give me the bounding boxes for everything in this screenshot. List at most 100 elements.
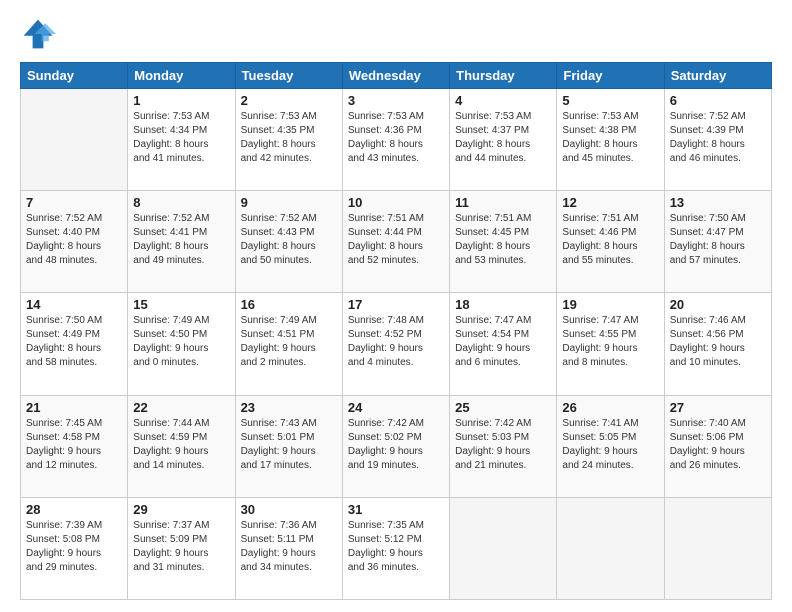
day-number: 27	[670, 400, 766, 415]
calendar-cell: 23 Sunrise: 7:43 AM Sunset: 5:01 PM Dayli…	[235, 395, 342, 497]
calendar-week-row-2: 7Sunrise: 7:52 AM Sunset: 4:40 PM Daylig…	[21, 191, 772, 293]
calendar-cell: 7Sunrise: 7:52 AM Sunset: 4:40 PM Daylig…	[21, 191, 128, 293]
calendar-cell: 9 Sunrise: 7:52 AM Sunset: 4:43 PM Daylig…	[235, 191, 342, 293]
calendar-cell: 8Sunrise: 7:52 AM Sunset: 4:41 PM Daylig…	[128, 191, 235, 293]
day-info: Sunrise: 7:44 AM Sunset: 4:59 PM Dayligh…	[133, 417, 229, 473]
day-number: 24	[348, 400, 444, 415]
day-info: Sunrise: 7:37 AM Sunset: 5:09 PM Dayligh…	[133, 519, 229, 575]
calendar-cell: 15Sunrise: 7:49 AM Sunset: 4:50 PM Dayli…	[128, 293, 235, 395]
day-info: Sunrise: 7:39 AM Sunset: 5:08 PM Dayligh…	[26, 519, 122, 575]
day-number: 26	[562, 400, 658, 415]
calendar-weekday-saturday: Saturday	[664, 63, 771, 89]
day-number: 4	[455, 93, 551, 108]
day-number: 11	[455, 195, 551, 210]
day-info: Sunrise: 7:42 AM Sunset: 5:02 PM Dayligh…	[348, 417, 444, 473]
day-info: Sunrise: 7:51 AM Sunset: 4:44 PM Dayligh…	[348, 212, 444, 268]
calendar-cell: 28 Sunrise: 7:39 AM Sunset: 5:08 PM Dayli…	[21, 497, 128, 599]
calendar-header-row: SundayMondayTuesdayWednesdayThursdayFrid…	[21, 63, 772, 89]
calendar-table: SundayMondayTuesdayWednesdayThursdayFrid…	[20, 62, 772, 600]
calendar-weekday-monday: Monday	[128, 63, 235, 89]
calendar-cell: 10 Sunrise: 7:51 AM Sunset: 4:44 PM Dayli…	[342, 191, 449, 293]
day-info: Sunrise: 7:51 AM Sunset: 4:45 PM Dayligh…	[455, 212, 551, 268]
day-info: Sunrise: 7:52 AM Sunset: 4:41 PM Dayligh…	[133, 212, 229, 268]
day-number: 1	[133, 93, 229, 108]
day-info: Sunrise: 7:50 AM Sunset: 4:49 PM Dayligh…	[26, 314, 122, 370]
day-number: 29	[133, 502, 229, 517]
calendar-cell	[450, 497, 557, 599]
day-number: 20	[670, 297, 766, 312]
day-number: 2	[241, 93, 337, 108]
day-number: 10	[348, 195, 444, 210]
day-number: 3	[348, 93, 444, 108]
day-number: 15	[133, 297, 229, 312]
day-number: 6	[670, 93, 766, 108]
day-info: Sunrise: 7:52 AM Sunset: 4:40 PM Dayligh…	[26, 212, 122, 268]
day-info: Sunrise: 7:35 AM Sunset: 5:12 PM Dayligh…	[348, 519, 444, 575]
day-number: 21	[26, 400, 122, 415]
day-info: Sunrise: 7:47 AM Sunset: 4:55 PM Dayligh…	[562, 314, 658, 370]
calendar-week-row-1: 1 Sunrise: 7:53 AM Sunset: 4:34 PM Daylig…	[21, 89, 772, 191]
logo	[20, 16, 60, 52]
day-number: 30	[241, 502, 337, 517]
logo-icon	[20, 16, 56, 52]
day-number: 18	[455, 297, 551, 312]
day-info: Sunrise: 7:53 AM Sunset: 4:38 PM Dayligh…	[562, 110, 658, 166]
calendar-cell: 30 Sunrise: 7:36 AM Sunset: 5:11 PM Dayli…	[235, 497, 342, 599]
calendar-cell: 25 Sunrise: 7:42 AM Sunset: 5:03 PM Dayli…	[450, 395, 557, 497]
calendar-cell: 19 Sunrise: 7:47 AM Sunset: 4:55 PM Dayli…	[557, 293, 664, 395]
day-info: Sunrise: 7:50 AM Sunset: 4:47 PM Dayligh…	[670, 212, 766, 268]
calendar-cell: 12 Sunrise: 7:51 AM Sunset: 4:46 PM Dayli…	[557, 191, 664, 293]
calendar-cell: 4 Sunrise: 7:53 AM Sunset: 4:37 PM Daylig…	[450, 89, 557, 191]
day-info: Sunrise: 7:47 AM Sunset: 4:54 PM Dayligh…	[455, 314, 551, 370]
day-number: 23	[241, 400, 337, 415]
calendar-cell: 2Sunrise: 7:53 AM Sunset: 4:35 PM Daylig…	[235, 89, 342, 191]
calendar-cell: 16 Sunrise: 7:49 AM Sunset: 4:51 PM Dayli…	[235, 293, 342, 395]
calendar-cell: 3 Sunrise: 7:53 AM Sunset: 4:36 PM Daylig…	[342, 89, 449, 191]
day-info: Sunrise: 7:42 AM Sunset: 5:03 PM Dayligh…	[455, 417, 551, 473]
day-number: 9	[241, 195, 337, 210]
calendar-cell: 20 Sunrise: 7:46 AM Sunset: 4:56 PM Dayli…	[664, 293, 771, 395]
day-info: Sunrise: 7:41 AM Sunset: 5:05 PM Dayligh…	[562, 417, 658, 473]
day-info: Sunrise: 7:43 AM Sunset: 5:01 PM Dayligh…	[241, 417, 337, 473]
calendar-cell: 14Sunrise: 7:50 AM Sunset: 4:49 PM Dayli…	[21, 293, 128, 395]
calendar-cell: 18 Sunrise: 7:47 AM Sunset: 4:54 PM Dayli…	[450, 293, 557, 395]
day-number: 28	[26, 502, 122, 517]
calendar-weekday-thursday: Thursday	[450, 63, 557, 89]
calendar-cell	[664, 497, 771, 599]
day-number: 17	[348, 297, 444, 312]
calendar-week-row-3: 14Sunrise: 7:50 AM Sunset: 4:49 PM Dayli…	[21, 293, 772, 395]
calendar-week-row-4: 21Sunrise: 7:45 AM Sunset: 4:58 PM Dayli…	[21, 395, 772, 497]
calendar-cell: 11 Sunrise: 7:51 AM Sunset: 4:45 PM Dayli…	[450, 191, 557, 293]
calendar-cell: 22Sunrise: 7:44 AM Sunset: 4:59 PM Dayli…	[128, 395, 235, 497]
day-info: Sunrise: 7:46 AM Sunset: 4:56 PM Dayligh…	[670, 314, 766, 370]
calendar-cell	[21, 89, 128, 191]
day-info: Sunrise: 7:36 AM Sunset: 5:11 PM Dayligh…	[241, 519, 337, 575]
header	[20, 16, 772, 52]
day-number: 16	[241, 297, 337, 312]
day-info: Sunrise: 7:52 AM Sunset: 4:43 PM Dayligh…	[241, 212, 337, 268]
day-info: Sunrise: 7:51 AM Sunset: 4:46 PM Dayligh…	[562, 212, 658, 268]
calendar-cell: 1 Sunrise: 7:53 AM Sunset: 4:34 PM Daylig…	[128, 89, 235, 191]
day-info: Sunrise: 7:49 AM Sunset: 4:51 PM Dayligh…	[241, 314, 337, 370]
day-number: 19	[562, 297, 658, 312]
calendar-cell: 29 Sunrise: 7:37 AM Sunset: 5:09 PM Dayli…	[128, 497, 235, 599]
day-info: Sunrise: 7:53 AM Sunset: 4:37 PM Dayligh…	[455, 110, 551, 166]
day-number: 5	[562, 93, 658, 108]
day-number: 25	[455, 400, 551, 415]
day-number: 31	[348, 502, 444, 517]
calendar-cell: 26 Sunrise: 7:41 AM Sunset: 5:05 PM Dayli…	[557, 395, 664, 497]
day-info: Sunrise: 7:53 AM Sunset: 4:34 PM Dayligh…	[133, 110, 229, 166]
page: SundayMondayTuesdayWednesdayThursdayFrid…	[0, 0, 792, 612]
day-info: Sunrise: 7:48 AM Sunset: 4:52 PM Dayligh…	[348, 314, 444, 370]
calendar-cell: 13 Sunrise: 7:50 AM Sunset: 4:47 PM Dayli…	[664, 191, 771, 293]
calendar-cell	[557, 497, 664, 599]
calendar-cell: 5 Sunrise: 7:53 AM Sunset: 4:38 PM Daylig…	[557, 89, 664, 191]
day-number: 13	[670, 195, 766, 210]
calendar-cell: 31 Sunrise: 7:35 AM Sunset: 5:12 PM Dayli…	[342, 497, 449, 599]
day-number: 12	[562, 195, 658, 210]
day-info: Sunrise: 7:40 AM Sunset: 5:06 PM Dayligh…	[670, 417, 766, 473]
calendar-weekday-wednesday: Wednesday	[342, 63, 449, 89]
day-info: Sunrise: 7:53 AM Sunset: 4:36 PM Dayligh…	[348, 110, 444, 166]
calendar-cell: 24 Sunrise: 7:42 AM Sunset: 5:02 PM Dayli…	[342, 395, 449, 497]
calendar-cell: 17 Sunrise: 7:48 AM Sunset: 4:52 PM Dayli…	[342, 293, 449, 395]
